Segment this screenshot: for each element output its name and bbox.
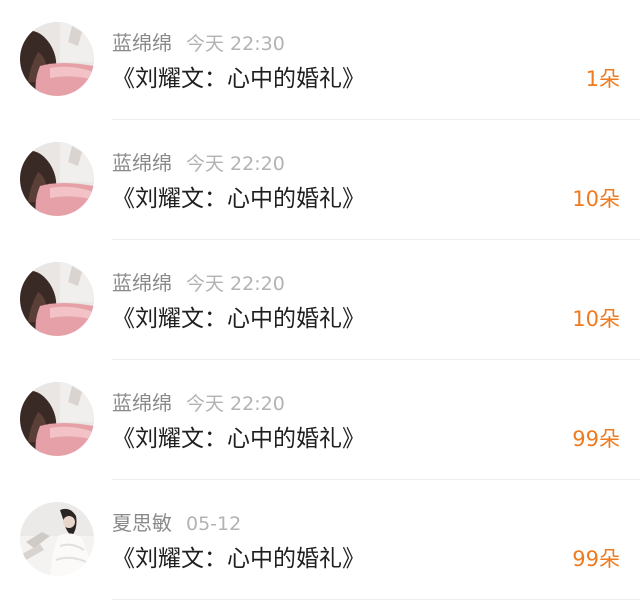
user-avatar[interactable] — [20, 142, 94, 216]
user-avatar[interactable] — [20, 382, 94, 456]
message-meta: 夏思敏 05-12 — [112, 508, 241, 538]
username[interactable]: 夏思敏 — [112, 511, 172, 535]
timestamp: 05-12 — [186, 513, 242, 535]
avatar-photo-hair — [20, 22, 94, 96]
timestamp: 今天 22:20 — [186, 393, 285, 415]
timestamp: 今天 22:20 — [186, 153, 285, 175]
message-meta: 蓝绵绵 今天 22:20 — [112, 148, 285, 178]
user-avatar[interactable] — [20, 502, 94, 576]
user-avatar[interactable] — [20, 262, 94, 336]
avatar-photo-hair — [20, 382, 94, 456]
timestamp: 今天 22:20 — [186, 273, 285, 295]
flower-count: 1朵 — [585, 67, 620, 91]
user-avatar[interactable] — [20, 22, 94, 96]
flower-count: 10朵 — [572, 307, 620, 331]
message-row[interactable]: 蓝绵绵 今天 22:20 《刘耀文：心中的婚礼》 99朵 — [0, 360, 640, 480]
message-meta: 蓝绵绵 今天 22:30 — [112, 28, 285, 58]
flower-count: 99朵 — [572, 427, 620, 451]
row-divider — [112, 599, 640, 600]
username[interactable]: 蓝绵绵 — [112, 151, 172, 175]
message-row[interactable]: 蓝绵绵 今天 22:20 《刘耀文：心中的婚礼》 10朵 — [0, 240, 640, 360]
username[interactable]: 蓝绵绵 — [112, 31, 172, 55]
work-title[interactable]: 《刘耀文：心中的婚礼》 — [112, 542, 365, 576]
message-row[interactable]: 蓝绵绵 今天 22:20 《刘耀文：心中的婚礼》 10朵 — [0, 120, 640, 240]
message-meta: 蓝绵绵 今天 22:20 — [112, 268, 285, 298]
message-row[interactable]: 夏思敏 05-12 《刘耀文：心中的婚礼》 99朵 — [0, 480, 640, 600]
avatar-photo-hair — [20, 142, 94, 216]
flower-count: 10朵 — [572, 187, 620, 211]
work-title[interactable]: 《刘耀文：心中的婚礼》 — [112, 182, 365, 216]
username[interactable]: 蓝绵绵 — [112, 271, 172, 295]
message-row[interactable]: 蓝绵绵 今天 22:30 《刘耀文：心中的婚礼》 1朵 — [0, 0, 640, 120]
flower-count: 99朵 — [572, 547, 620, 571]
username[interactable]: 蓝绵绵 — [112, 391, 172, 415]
timestamp: 今天 22:30 — [186, 33, 285, 55]
avatar-photo-hair — [20, 262, 94, 336]
message-meta: 蓝绵绵 今天 22:20 — [112, 388, 285, 418]
work-title[interactable]: 《刘耀文：心中的婚礼》 — [112, 62, 365, 96]
work-title[interactable]: 《刘耀文：心中的婚礼》 — [112, 422, 365, 456]
work-title[interactable]: 《刘耀文：心中的婚礼》 — [112, 302, 365, 336]
avatar-photo-dress — [20, 502, 94, 576]
gift-message-list: 蓝绵绵 今天 22:30 《刘耀文：心中的婚礼》 1朵 蓝绵绵 今天 22:20 《… — [0, 0, 640, 616]
